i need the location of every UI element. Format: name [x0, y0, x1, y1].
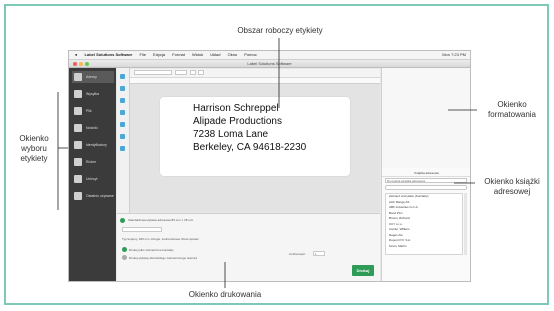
annotation-label-selection-line-2: wyboru: [21, 144, 47, 153]
italic-button[interactable]: [198, 70, 204, 75]
menu-layout[interactable]: Układ: [210, 52, 220, 57]
window-controls: [73, 61, 91, 68]
label-address-text[interactable]: Harrison Schreppel Alipade Productions 7…: [193, 102, 306, 154]
copies-input[interactable]: 1: [313, 251, 325, 256]
window-titlebar: Label Solutions Software: [69, 60, 470, 68]
selected-contacts-radio[interactable]: [122, 247, 127, 252]
label-line-name: Harrison Schreppel: [193, 103, 279, 114]
shape-tool-icon[interactable]: [120, 110, 125, 115]
sidebar-item-addresses[interactable]: Adresy: [72, 71, 114, 83]
app-screenshot: ● Label Solutions Software File Edycja F…: [68, 50, 471, 282]
menu-format[interactable]: Format: [172, 52, 185, 57]
text-tool-icon[interactable]: [120, 74, 125, 79]
copies-label: Liczba kopii:: [289, 252, 306, 256]
annotation-label-selection: Okienko wyboru etykiety: [10, 134, 58, 164]
sidebar-item-file[interactable]: Plik: [72, 105, 114, 117]
annotation-address-book-line-2: adresowej: [493, 187, 531, 196]
menu-window[interactable]: Okno: [228, 52, 238, 57]
address-icon: [74, 73, 82, 81]
barcode-tool-icon[interactable]: [120, 122, 125, 127]
media-indicator-icon: [120, 218, 125, 223]
sidebar-item-label: Adresy: [86, 75, 97, 79]
address-book-scrollbar[interactable]: [464, 193, 467, 255]
right-pane: Książka adresowa Domyślna książka adreso…: [381, 68, 470, 281]
menu-app-name[interactable]: Label Solutions Software: [85, 52, 133, 57]
zoom-window-icon[interactable]: [85, 62, 89, 66]
id-icon: [74, 141, 82, 149]
formatting-pane: [382, 68, 470, 168]
menubar-clock: Mon 7:23 PM: [442, 52, 466, 57]
print-button[interactable]: Drukuj: [352, 265, 374, 276]
annotation-address-book-line-1: Okienko książki: [484, 177, 540, 186]
menu-file[interactable]: File: [139, 52, 145, 57]
minimize-window-icon[interactable]: [79, 62, 83, 66]
option-selected-contacts: Drukuj tylko zaznaczone kontakty: [129, 248, 174, 252]
address-book-search-input[interactable]: [385, 185, 467, 190]
option-each-row: Drukuj etykietę dla każdego zaznaczonego…: [129, 256, 198, 260]
sidebar-item-label: Plik: [86, 109, 92, 113]
annotation-print: Okienko drukowania: [188, 290, 262, 299]
each-row-radio[interactable]: [122, 255, 127, 260]
bold-button[interactable]: [190, 70, 196, 75]
media-description: Standardowa etykieta adresowa 89 mm × 28…: [128, 218, 194, 222]
sidebar-item-holder[interactable]: Uchwyt: [72, 173, 114, 185]
menu-edit[interactable]: Edycja: [153, 52, 165, 57]
holder-icon: [74, 175, 82, 183]
label-line-company: Alipade Productions: [193, 116, 282, 127]
label-workspace: Harrison Schreppel Alipade Productions 7…: [130, 84, 380, 212]
tool-strip: [117, 68, 130, 213]
sidebar-item-recent[interactable]: Ostatnio używane: [72, 190, 114, 202]
annotation-label-selection-line-3: etykiety: [20, 154, 48, 163]
printer-select[interactable]: [122, 227, 162, 232]
date-tool-icon[interactable]: [120, 146, 125, 151]
printer-details: Typ kopiery, 300 mm, Drugie, Jednorazowa…: [122, 237, 199, 241]
image-tool-icon[interactable]: [120, 98, 125, 103]
address-book-list: Zaznacz wszystkie (Kontakty) ACF Range A…: [385, 193, 463, 255]
sidebar-item-ids[interactable]: Identyfikatory: [72, 139, 114, 151]
annotation-label-selection-line-1: Okienko: [19, 134, 49, 143]
sidebar-item-media[interactable]: Nośniki: [72, 122, 114, 134]
menu-view[interactable]: Widok: [192, 52, 203, 57]
close-window-icon[interactable]: [73, 62, 77, 66]
menubar: ● Label Solutions Software File Edycja F…: [69, 51, 470, 60]
file-icon: [74, 107, 82, 115]
annotation-formatting: Okienko formatowania: [477, 100, 547, 120]
recent-icon: [74, 192, 82, 200]
annotation-formatting-line-2: formatowania: [487, 110, 537, 119]
shipping-icon: [74, 90, 82, 98]
label-selection-sidebar: Adresy Wysyłka Plik Nośniki Identyfikato…: [69, 68, 116, 281]
sidebar-item-shipping[interactable]: Wysyłka: [72, 88, 114, 100]
media-icon: [74, 124, 82, 132]
misc-icon: [74, 158, 82, 166]
sidebar-item-label: Identyfikatory: [86, 143, 107, 147]
sidebar-item-label: Ostatnio używane: [86, 194, 114, 198]
menu-help[interactable]: Pomoc: [244, 52, 256, 57]
sidebar-item-misc[interactable]: Różne: [72, 156, 114, 168]
window-title: Label Solutions Software: [247, 61, 292, 66]
annotation-formatting-line-1: Okienko: [497, 100, 527, 109]
label-preview[interactable]: Harrison Schreppel Alipade Productions 7…: [160, 97, 350, 176]
sidebar-item-label: Wysyłka: [86, 92, 99, 96]
list-item[interactable]: Kevin, Martin: [386, 244, 462, 250]
font-size-select[interactable]: [175, 70, 187, 75]
sidebar-item-label: Nośniki: [86, 126, 98, 130]
annotation-address-book: Okienko książki adresowej: [475, 177, 549, 197]
font-family-select[interactable]: [134, 70, 172, 75]
address-tool-icon[interactable]: [120, 86, 125, 91]
sidebar-item-label: Różne: [86, 160, 97, 164]
print-pane: Standardowa etykieta adresowa 89 mm × 28…: [117, 213, 380, 281]
sidebar-item-label: Uchwyt: [86, 177, 98, 181]
formatting-toolbar: [130, 69, 380, 78]
address-book-header: Książka adresowa: [382, 170, 470, 177]
address-book-select[interactable]: Domyślna książka adresowa: [385, 178, 467, 183]
counter-tool-icon[interactable]: [120, 134, 125, 139]
apple-icon[interactable]: ●: [75, 52, 77, 57]
annotation-workspace: Obszar roboczy etykiety: [237, 26, 323, 35]
label-line-city: Berkeley, CA 94618-2230: [193, 142, 307, 153]
label-line-street: 7238 Loma Lane: [193, 129, 269, 140]
